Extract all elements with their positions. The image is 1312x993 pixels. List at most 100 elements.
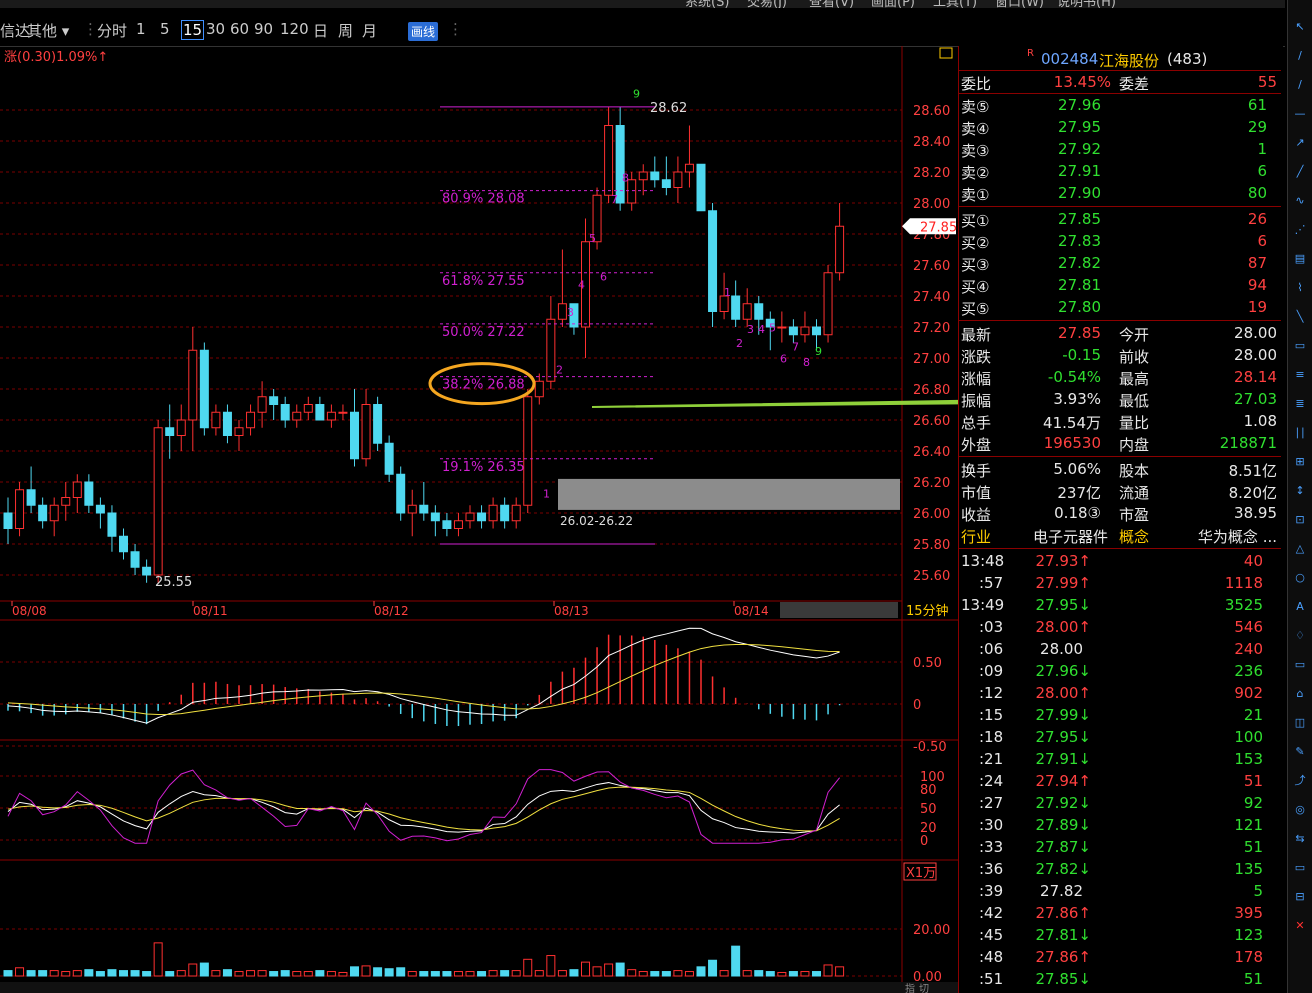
tick-price: 28.00↑ — [1035, 684, 1091, 702]
sell-level[interactable]: 卖⑤ 27.96 61 — [959, 94, 1281, 116]
drawing-tool-icon[interactable]: ∣∣ — [1293, 426, 1307, 440]
buy-level[interactable]: 买② 27.83 6 — [959, 230, 1281, 252]
buy-level[interactable]: 买① 27.85 26 — [959, 208, 1281, 230]
kline-chart[interactable]: 涨(0.30)1.09%↑28.6028.4028.2028.0027.8027… — [0, 46, 958, 993]
drawing-tool-icon[interactable]: ◎ — [1293, 803, 1307, 817]
fib-label: 80.9% 28.08 — [442, 192, 525, 207]
drawing-tool-icon[interactable]: △ — [1293, 542, 1307, 556]
menu-item[interactable]: 窗口(W) — [995, 0, 1044, 8]
drawing-tool-icon[interactable]: ╲ — [1293, 310, 1307, 324]
maximize-icon[interactable] — [939, 47, 953, 59]
drawing-tool-icon[interactable]: ⊟ — [1293, 890, 1307, 904]
drawing-tool-icon[interactable]: ⋰ — [1293, 223, 1307, 237]
vol-tick: 20.00 — [913, 923, 950, 938]
volume-bar — [38, 970, 48, 977]
period-button[interactable]: 周 — [338, 20, 353, 41]
drawing-tool-icon[interactable]: ╱ — [1293, 165, 1307, 179]
drawing-tool-icon[interactable]: ◫ — [1293, 716, 1307, 730]
drawing-tool-icon[interactable]: ↖ — [1293, 20, 1307, 34]
level-volume: 6 — [1257, 232, 1267, 250]
volume-bar — [638, 971, 648, 977]
buy-level[interactable]: 买④ 27.81 94 — [959, 274, 1281, 296]
drawing-tool-icon[interactable]: ⇆ — [1293, 832, 1307, 846]
sell-level[interactable]: 卖④ 27.95 29 — [959, 116, 1281, 138]
volume-bar — [107, 969, 117, 977]
drawing-tool-icon[interactable]: ▤ — [1293, 252, 1307, 266]
period-button[interactable]: 日 — [313, 20, 328, 41]
industry-value[interactable]: 电子元器件 — [1033, 526, 1108, 547]
sell-level[interactable]: 卖③ 27.92 1 — [959, 138, 1281, 160]
menu-item[interactable]: 画面(P) — [871, 0, 915, 8]
drawing-tool-icon[interactable]: ▭ — [1293, 339, 1307, 353]
drawing-tool-icon[interactable]: ○ — [1293, 571, 1307, 585]
buy-level[interactable]: 买③ 27.82 87 — [959, 252, 1281, 274]
menu-item[interactable]: 查看(V) — [809, 0, 854, 8]
drawing-tool-icon[interactable]: ♢ — [1293, 629, 1307, 643]
level-volume: 80 — [1247, 184, 1267, 202]
draw-line-button[interactable]: 画线 — [408, 22, 439, 41]
volume-bar — [500, 970, 510, 977]
drawing-tool-icon[interactable]: ↗ — [1293, 136, 1307, 150]
tick-price: 28.00 — [1040, 640, 1083, 658]
stock-name-truncated: 信达 — [0, 22, 31, 40]
stock-name[interactable]: 江海股份 — [1099, 50, 1159, 71]
candle — [130, 544, 140, 575]
drawing-tool-icon[interactable]: ▭ — [1293, 658, 1307, 672]
scrollbar[interactable] — [780, 602, 898, 618]
bottom-tab[interactable]: 指 — [905, 982, 915, 993]
volume-bar — [557, 970, 567, 977]
drawing-tool-icon[interactable]: / — [1293, 78, 1307, 92]
period-button[interactable]: 15 — [181, 20, 205, 40]
menu-item[interactable]: 系统(S) — [685, 0, 729, 8]
row-value: -0.15 — [1062, 346, 1101, 364]
period-button[interactable]: 60 — [230, 20, 249, 38]
count-label: 9 — [633, 88, 640, 101]
period-button[interactable]: 90 — [254, 20, 273, 38]
period-button[interactable]: 30 — [206, 20, 225, 38]
drawing-tool-icon[interactable]: ↕ — [1293, 484, 1307, 498]
drawing-tool-icon[interactable]: ∿ — [1293, 194, 1307, 208]
row-label: 量比 — [1119, 414, 1150, 432]
drawing-tool-icon[interactable]: ✎ — [1293, 745, 1307, 759]
drawing-tool-icon[interactable]: ≣ — [1293, 397, 1307, 411]
stock-code[interactable]: 002484 — [1041, 50, 1098, 68]
price-tick: 27.60 — [913, 259, 950, 274]
count-label: 4 — [758, 323, 765, 336]
tick-time: :12 — [979, 684, 1004, 702]
drawing-tool-icon[interactable]: — — [1293, 107, 1307, 121]
drawing-tool-icon[interactable]: ≡ — [1293, 368, 1307, 382]
other-dropdown[interactable]: 其他 ▾ — [27, 20, 69, 41]
drawing-tool-icon[interactable]: ⌂ — [1293, 687, 1307, 701]
menu-item[interactable]: 交易(J) — [747, 0, 787, 8]
drawing-tool-icon[interactable]: ✕ — [1293, 919, 1307, 933]
period-button[interactable]: 月 — [362, 20, 377, 41]
buy-level[interactable]: 买⑤ 27.80 19 — [959, 296, 1281, 318]
candle — [673, 156, 683, 203]
period-button[interactable]: 1 — [136, 20, 146, 38]
drawing-tool-icon[interactable]: ⌇ — [1293, 281, 1307, 295]
drawing-tool-icon[interactable]: ▭ — [1293, 861, 1307, 875]
drawing-tool-icon[interactable]: / — [1293, 49, 1307, 63]
sell-level[interactable]: 卖② 27.91 6 — [959, 160, 1281, 182]
drawing-tool-icon[interactable]: ⊞ — [1293, 455, 1307, 469]
period-button[interactable]: 5 — [160, 20, 170, 38]
level-label: 卖① — [961, 186, 990, 204]
row-label: 最新 — [961, 326, 992, 344]
menu-item[interactable]: 工具(T) — [933, 0, 977, 8]
drawing-tool-icon[interactable]: ⊡ — [1293, 513, 1307, 527]
current-price-label: 27.85 — [920, 220, 957, 235]
sell-level[interactable]: 卖① 27.90 80 — [959, 182, 1281, 204]
tick-row: 13:49 27.95↓ 3525 — [959, 594, 1281, 616]
weicha-label: 委差 — [1119, 75, 1150, 93]
bottom-tab[interactable]: 切 — [919, 983, 929, 993]
tick-volume: 123 — [1234, 926, 1263, 944]
drawing-tool-icon[interactable]: ⤴ — [1293, 774, 1307, 788]
fenshi-button[interactable]: 分时 — [97, 20, 127, 41]
volume-bar — [361, 965, 371, 977]
candle — [384, 435, 394, 482]
concept-value[interactable]: 华为概念 ... — [1198, 526, 1277, 547]
volume-bar — [708, 959, 718, 977]
period-button[interactable]: 120 — [280, 20, 309, 38]
drawing-tool-icon[interactable]: A — [1293, 600, 1307, 614]
menu-item[interactable]: 说明书(H) — [1057, 0, 1116, 8]
